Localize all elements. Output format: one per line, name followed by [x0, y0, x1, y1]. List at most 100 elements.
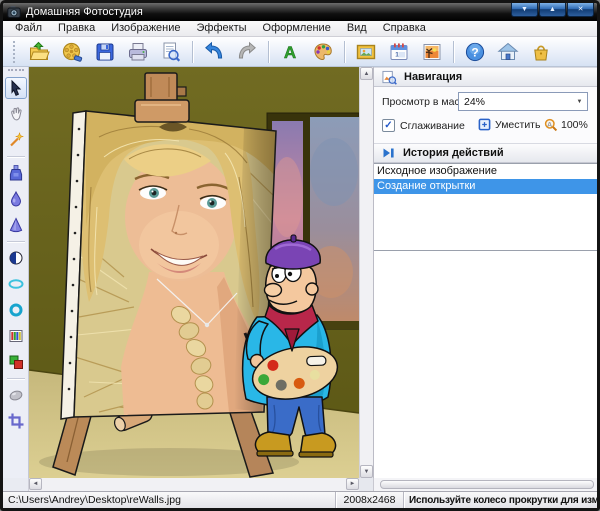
paint-button[interactable]: [311, 40, 335, 64]
print-preview-button[interactable]: [159, 40, 183, 64]
add-text-button[interactable]: A: [278, 40, 302, 64]
right-panel: Навигация Просмотр в масштабе 24% ▼ ✓ Сг…: [373, 67, 597, 478]
photo-sunset-icon: [421, 41, 443, 63]
navigation-icon: [382, 70, 397, 85]
smoothing-checkbox-row[interactable]: ✓ Сглаживание: [382, 119, 465, 132]
toolcol-grip: [8, 69, 24, 71]
menu-help[interactable]: Справка: [375, 21, 434, 36]
zoom-100-button[interactable]: A 100%: [544, 118, 588, 132]
menu-bar: Файл Правка Изображение Эффекты Оформлен…: [3, 21, 597, 37]
menu-edit[interactable]: Правка: [50, 21, 103, 36]
canvas-image[interactable]: [29, 67, 359, 478]
chevron-down-icon[interactable]: ▼: [572, 99, 587, 105]
film-reel-icon: [61, 41, 83, 63]
maximize-button[interactable]: ▲: [539, 3, 566, 17]
right-panel-empty: [374, 251, 597, 478]
menu-image[interactable]: Изображение: [103, 21, 188, 36]
calendar-button[interactable]: 1: [387, 40, 411, 64]
tool-color-bars[interactable]: [5, 325, 27, 347]
tool-blur-drop[interactable]: [5, 188, 27, 210]
redo-button[interactable]: [235, 40, 259, 64]
svg-text:A: A: [284, 43, 296, 62]
menu-effects[interactable]: Эффекты: [189, 21, 255, 36]
page-magnifier-icon: [160, 41, 182, 63]
text-a-icon: A: [279, 41, 301, 63]
home-button[interactable]: [496, 40, 520, 64]
panel-scroll-thumb[interactable]: [380, 480, 594, 489]
history-icon: [382, 146, 396, 160]
toolbar-grip: [13, 41, 16, 63]
postcard-button[interactable]: [354, 40, 378, 64]
toolbar-separator: [268, 41, 269, 63]
slideshow-button[interactable]: [60, 40, 84, 64]
history-item-selected[interactable]: Создание открытки: [374, 179, 597, 194]
zoom-100-icon: A: [544, 118, 558, 132]
status-hint: Используйте колесо прокрутки для изменен…: [403, 492, 597, 508]
tool-color-replace[interactable]: [5, 351, 27, 373]
window-title: Домашняя Фотостудия: [26, 6, 143, 18]
tool-darken-ring[interactable]: [5, 299, 27, 321]
title-bar[interactable]: Домашняя Фотостудия ▼ ▲ ✕: [3, 3, 597, 21]
tool-smudge[interactable]: [5, 384, 27, 406]
tool-hand-pan[interactable]: [5, 103, 27, 125]
tool-sharpen-cone[interactable]: [5, 214, 27, 236]
crop-icon: [7, 412, 25, 430]
tool-separator: [7, 241, 25, 242]
save-button[interactable]: [93, 40, 117, 64]
cone-icon: [7, 216, 25, 234]
menu-decoration[interactable]: Оформление: [255, 21, 339, 36]
main-toolbar: A: [3, 37, 597, 67]
smoothing-label: Сглаживание: [400, 120, 465, 132]
close-button[interactable]: ✕: [567, 3, 594, 17]
vertical-scrollbar[interactable]: ▲ ▼: [359, 67, 373, 478]
shop-button[interactable]: [529, 40, 553, 64]
scroll-right-button[interactable]: ►: [346, 478, 359, 490]
fit-page-icon: [478, 118, 491, 131]
tool-magic-wand[interactable]: [5, 129, 27, 151]
scroll-down-button[interactable]: ▼: [360, 465, 373, 478]
scroll-left-button[interactable]: ◄: [29, 478, 42, 490]
status-bar: C:\Users\Andrey\Desktop\reWalls.jpg 2008…: [3, 491, 597, 508]
zoom-select[interactable]: 24% ▼: [458, 92, 588, 111]
fit-button[interactable]: Уместить: [478, 118, 540, 131]
palette-icon: [312, 41, 334, 63]
scroll-up-button[interactable]: ▲: [360, 67, 373, 80]
help-question-icon: ?: [464, 41, 486, 63]
scroll-corner-right: [359, 478, 373, 491]
menu-file[interactable]: Файл: [7, 21, 50, 36]
app-window: Домашняя Фотостудия ▼ ▲ ✕ Файл Правка Из…: [0, 0, 600, 511]
tool-select-arrow[interactable]: [5, 77, 27, 99]
tool-lighten-ellipse[interactable]: [5, 273, 27, 295]
photo-frame-button[interactable]: [420, 40, 444, 64]
navigation-title: Навигация: [404, 71, 462, 83]
horizontal-scrollbar[interactable]: ◄ ►: [29, 478, 359, 491]
cyan-ring-icon: [7, 301, 25, 319]
menu-view[interactable]: Вид: [339, 21, 375, 36]
undo-button[interactable]: [202, 40, 226, 64]
help-button[interactable]: ?: [463, 40, 487, 64]
smoothing-checkbox[interactable]: ✓: [382, 119, 395, 132]
tool-crop[interactable]: [5, 410, 27, 432]
main-area: ▲ ▼ Навигация Просмотр в масштабе 24% ▼: [3, 67, 597, 478]
zoom-select-value: 24%: [459, 96, 572, 108]
history-list: Исходное изображение Создание открытки: [374, 163, 597, 251]
minimize-button[interactable]: ▼: [511, 3, 538, 17]
floppy-save-icon: [94, 41, 116, 63]
gray-blob-icon: [7, 386, 25, 404]
toolbar-separator: [344, 41, 345, 63]
water-drop-icon: [7, 190, 25, 208]
app-icon: [7, 5, 21, 19]
cyan-ellipse-icon: [7, 275, 25, 293]
tool-contrast[interactable]: [5, 247, 27, 269]
open-image-button[interactable]: [27, 40, 51, 64]
tool-column: [3, 67, 29, 478]
print-button[interactable]: [126, 40, 150, 64]
hand-icon: [7, 105, 25, 123]
shopping-bag-icon: [530, 41, 552, 63]
tool-fill-ink[interactable]: [5, 162, 27, 184]
bottom-strip: ◄ ►: [3, 478, 597, 491]
history-item[interactable]: Исходное изображение: [374, 164, 597, 179]
two-squares-icon: [7, 353, 25, 371]
svg-text:?: ?: [471, 45, 478, 59]
history-header: История действий: [374, 143, 597, 163]
